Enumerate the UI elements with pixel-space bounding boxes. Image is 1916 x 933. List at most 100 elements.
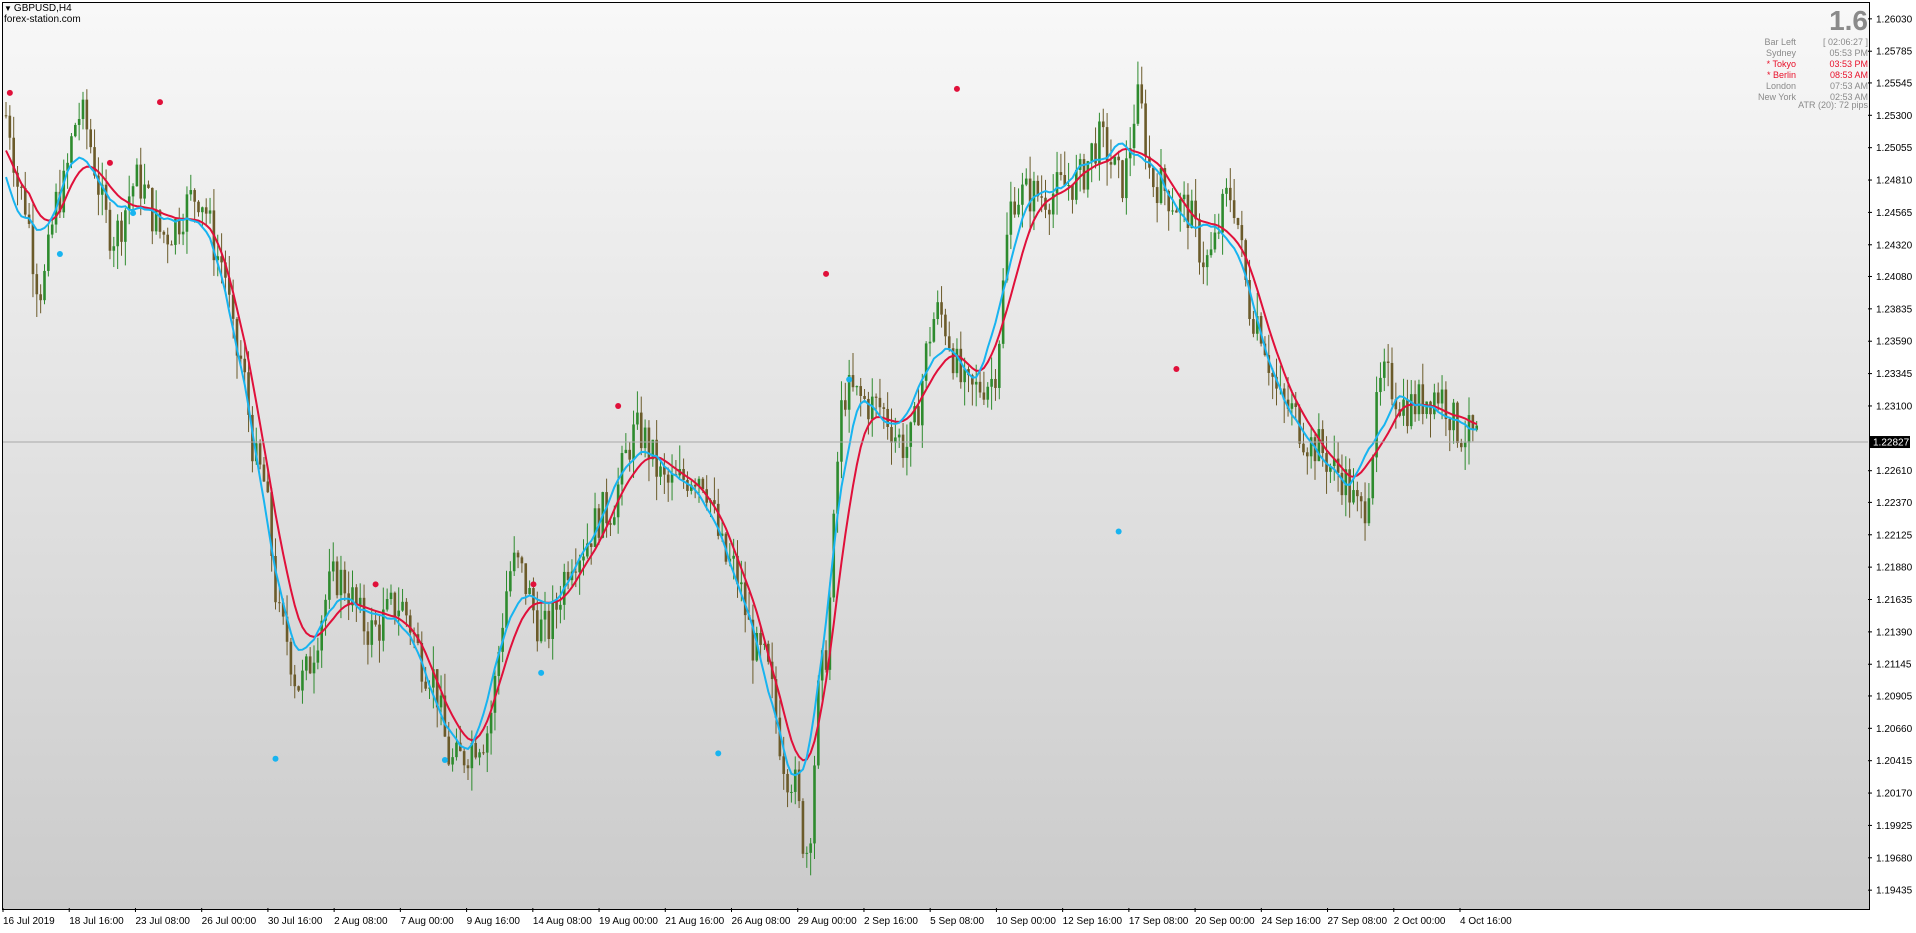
candle <box>1359 492 1363 519</box>
candle-body <box>1067 184 1070 186</box>
time-tick-label: 19 Aug 00:00 <box>599 916 658 927</box>
candle-body <box>1340 472 1344 496</box>
candle <box>177 207 181 245</box>
candle <box>1402 378 1405 426</box>
candle <box>308 647 312 675</box>
candle-body <box>1017 204 1020 215</box>
candle <box>1436 382 1440 411</box>
candle <box>139 147 143 216</box>
candle <box>485 725 489 773</box>
candle-body <box>139 164 143 199</box>
candle <box>886 392 889 440</box>
time-tick-label: 16 Jul 2019 <box>3 916 55 927</box>
candle-body <box>1371 457 1375 499</box>
candle <box>1205 249 1209 286</box>
price-tick-label: 1.24810 <box>1876 176 1913 187</box>
candle-body <box>813 765 816 844</box>
candle <box>112 236 116 268</box>
candle-body <box>713 500 716 504</box>
candle-body <box>366 631 370 645</box>
candle-body <box>4 115 8 117</box>
time-tick-label: 14 Aug 08:00 <box>533 916 592 927</box>
candle-body <box>70 136 73 163</box>
candle-body <box>890 426 893 443</box>
candle <box>944 308 947 346</box>
candle-body <box>474 743 477 758</box>
candle <box>551 585 554 660</box>
candle-body <box>1202 262 1205 268</box>
sell-signal-dot <box>6 89 13 96</box>
candle-body <box>901 434 905 458</box>
price-tick-label: 1.22610 <box>1876 466 1913 477</box>
candle-body <box>786 773 789 793</box>
candle <box>1059 153 1063 181</box>
candle <box>1463 420 1467 470</box>
candle-body <box>1071 184 1074 200</box>
candle-body <box>1028 178 1032 212</box>
candle <box>1001 268 1005 349</box>
candle <box>636 391 639 430</box>
time-tick-label: 26 Aug 08:00 <box>732 916 791 927</box>
candle-body <box>1433 392 1436 415</box>
current-price-label: 1.22827 <box>1873 438 1910 449</box>
fast-ma-line <box>5 142 1477 777</box>
candle <box>593 492 597 548</box>
candle <box>990 357 993 410</box>
candle <box>455 728 458 761</box>
candle <box>1236 217 1240 230</box>
sell-signal-dot <box>953 85 960 92</box>
candle <box>39 284 42 314</box>
chart-menu-icon[interactable]: ▼ <box>4 4 12 13</box>
candle <box>1186 183 1190 250</box>
candle-body <box>43 270 46 301</box>
candle <box>143 163 146 205</box>
candle-body <box>343 569 347 594</box>
candle-body <box>1098 121 1101 164</box>
candle-body <box>389 592 393 600</box>
price-chart[interactable]: 1.26030 1.25785 1.25545 1.25300 1.25055 1.248… <box>0 0 1916 933</box>
candle-body <box>170 244 173 246</box>
candle-body <box>874 396 878 398</box>
candle-body <box>74 124 77 137</box>
candle-body <box>528 588 531 595</box>
price-tick-label: 1.20660 <box>1876 724 1913 735</box>
candle-body <box>1463 442 1467 448</box>
candle <box>108 202 112 260</box>
candle <box>924 341 928 389</box>
candle <box>743 561 747 633</box>
candle <box>1221 189 1224 255</box>
candle <box>462 748 466 774</box>
session-time: 03:53 PM <box>1829 59 1868 69</box>
candle-body <box>166 234 169 245</box>
candle <box>1225 178 1228 207</box>
candle-body <box>1024 178 1028 185</box>
candle-body <box>466 765 470 769</box>
candle-body <box>266 481 270 493</box>
candle <box>170 240 173 246</box>
buy-signal-dot <box>441 757 448 764</box>
chart-window[interactable]: 1.26030 1.25785 1.25545 1.25300 1.25055 1.248… <box>0 0 1916 933</box>
session-label: * Berlin <box>1766 70 1796 80</box>
candle-body <box>947 336 951 349</box>
candle <box>982 371 986 406</box>
sell-signal-dot <box>615 402 622 409</box>
time-tick-label: 20 Sep 00:00 <box>1195 916 1255 927</box>
candle-body <box>639 412 643 449</box>
candle <box>1098 112 1101 181</box>
candle-body <box>339 569 343 596</box>
candle-body <box>1379 377 1382 393</box>
candle-body <box>932 319 936 342</box>
sell-signal-dot <box>372 581 379 588</box>
candle <box>967 366 970 393</box>
candle-body <box>944 314 947 337</box>
candle <box>8 105 12 150</box>
candle <box>20 184 23 200</box>
candle <box>451 748 454 772</box>
candle-body <box>185 194 189 232</box>
candle <box>878 378 882 418</box>
candle <box>135 158 139 187</box>
time-tick-label: 18 Jul 16:00 <box>69 916 124 927</box>
candle <box>998 340 1001 400</box>
candle <box>401 588 404 612</box>
candle <box>35 263 39 317</box>
